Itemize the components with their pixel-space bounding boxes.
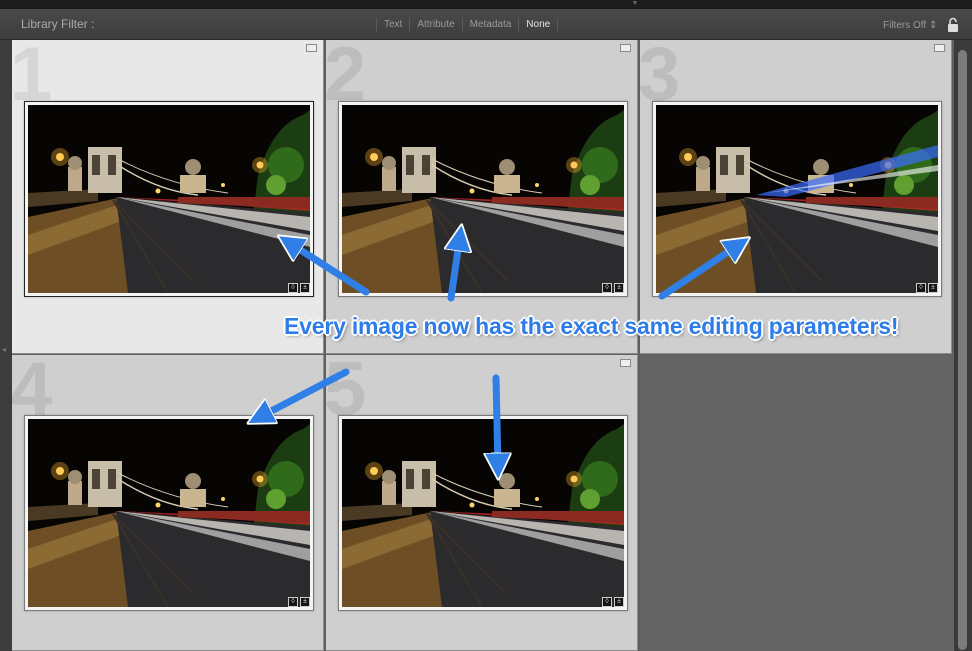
thumbnail-frame[interactable]: ◊ ± — [24, 101, 314, 297]
left-panel-edge: ◂ — [0, 40, 12, 651]
develop-adjusted-icon[interactable]: ± — [614, 597, 624, 607]
keyword-tag-icon[interactable]: ◊ — [288, 597, 298, 607]
develop-adjusted-icon[interactable]: ± — [614, 283, 624, 293]
thumbnail-frame[interactable]: ◊ ± — [338, 415, 628, 611]
library-filter-title: Library Filter : — [21, 17, 95, 31]
grid-cell-4[interactable]: 4 ◊ ± — [12, 355, 324, 651]
thumbnail-frame[interactable]: ◊ ± — [24, 415, 314, 611]
thumbnail-grid: 1 ◊ ± 2 ◊ ± 3 ◊ ± 4 ◊ ± 5 ◊ ± — [12, 40, 954, 651]
photo-thumbnail[interactable] — [28, 105, 310, 293]
keyword-tag-icon[interactable]: ◊ — [916, 283, 926, 293]
filter-tab-metadata[interactable]: Metadata — [461, 18, 519, 32]
scrollbar-thumb[interactable] — [958, 50, 967, 650]
filter-tab-attribute[interactable]: Attribute — [409, 18, 461, 32]
expand-left-panel-icon[interactable]: ◂ — [2, 345, 6, 354]
develop-adjusted-icon[interactable]: ± — [928, 283, 938, 293]
thumbnail-badges: ◊ ± — [602, 283, 624, 293]
photo-thumbnail[interactable] — [28, 419, 310, 607]
badge-icon[interactable] — [620, 44, 631, 52]
keyword-tag-icon[interactable]: ◊ — [602, 597, 612, 607]
photo-thumbnail[interactable] — [342, 105, 624, 293]
thumbnail-badges: ◊ ± — [602, 597, 624, 607]
filter-tab-none[interactable]: None — [518, 18, 559, 32]
badge-icon[interactable] — [620, 359, 631, 367]
updown-chevron-icon: ⇕ — [928, 20, 938, 31]
photo-thumbnail[interactable] — [656, 105, 938, 293]
develop-adjusted-icon[interactable]: ± — [300, 283, 310, 293]
thumbnail-badges: ◊ ± — [288, 597, 310, 607]
empty-grid-area — [640, 355, 954, 651]
keyword-tag-icon[interactable]: ◊ — [288, 283, 298, 293]
badge-icon[interactable] — [934, 44, 945, 52]
library-filter-bar: Library Filter : Text Attribute Metadata… — [0, 9, 972, 40]
lock-icon[interactable] — [946, 17, 960, 33]
top-panel-edge: ▼ — [0, 0, 972, 9]
filter-tab-text[interactable]: Text — [376, 18, 409, 32]
filters-status: Filters Off — [883, 20, 927, 31]
grid-scrollbar[interactable] — [954, 40, 972, 651]
filters-off-dropdown[interactable]: Filters Off ⇕ — [883, 20, 937, 31]
develop-adjusted-icon[interactable]: ± — [300, 597, 310, 607]
badge-icon[interactable] — [306, 44, 317, 52]
annotation-caption: Every image now has the exact same editi… — [284, 313, 899, 339]
filter-tabs: Text Attribute Metadata None — [376, 18, 559, 32]
grid-cell-5[interactable]: 5 ◊ ± — [326, 355, 638, 651]
thumbnail-frame[interactable]: ◊ ± — [338, 101, 628, 297]
collapse-top-panel-icon[interactable]: ▼ — [628, 0, 642, 7]
grid-cell-2[interactable]: 2 ◊ ± — [326, 40, 638, 354]
grid-cell-3[interactable]: 3 ◊ ± — [640, 40, 952, 354]
thumbnail-badges: ◊ ± — [916, 283, 938, 293]
photo-thumbnail[interactable] — [342, 419, 624, 607]
grid-cell-1[interactable]: 1 ◊ ± — [12, 40, 324, 354]
keyword-tag-icon[interactable]: ◊ — [602, 283, 612, 293]
thumbnail-badges: ◊ ± — [288, 283, 310, 293]
thumbnail-frame[interactable]: ◊ ± — [652, 101, 942, 297]
